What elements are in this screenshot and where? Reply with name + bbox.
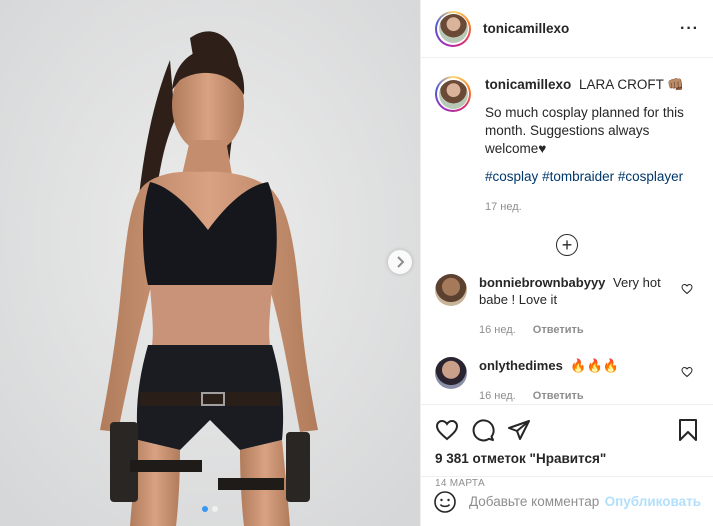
post-dialog: tonicamillexo ··· tonicamillexo LARA CRO… bbox=[0, 0, 713, 526]
carousel-indicator bbox=[0, 506, 420, 512]
plus-circle-icon: + bbox=[556, 234, 578, 256]
reply-link[interactable]: Ответить bbox=[533, 390, 584, 402]
carousel-dot-active bbox=[202, 506, 208, 512]
post-header: tonicamillexo ··· bbox=[421, 0, 713, 58]
author-username[interactable]: tonicamillexo bbox=[483, 21, 569, 36]
share-button[interactable] bbox=[507, 418, 531, 442]
more-options-icon[interactable]: ··· bbox=[680, 20, 699, 38]
heart-icon[interactable] bbox=[681, 283, 693, 295]
emoji-icon bbox=[434, 490, 456, 513]
heart-icon bbox=[435, 419, 459, 441]
comment-item: onlythedimes 🔥🔥🔥 16 нед. Ответить bbox=[435, 357, 699, 404]
author-avatar[interactable] bbox=[435, 10, 471, 47]
commenter-avatar[interactable] bbox=[435, 357, 467, 389]
bookmark-icon bbox=[679, 419, 697, 441]
hashtag-link[interactable]: #cosplay bbox=[485, 169, 538, 184]
post-photo[interactable] bbox=[0, 0, 420, 526]
comment-bubble-icon bbox=[472, 419, 495, 442]
caption-hashtags: #cosplay #tombraider #cosplayer bbox=[485, 168, 699, 186]
chevron-right-icon bbox=[397, 256, 405, 268]
add-comment-bar: Опубликовать bbox=[421, 476, 713, 526]
hashtag-link[interactable]: #tombraider bbox=[542, 169, 614, 184]
comment-button[interactable] bbox=[471, 418, 495, 442]
commenter-avatar[interactable] bbox=[435, 274, 467, 306]
hashtag-link[interactable]: #cosplayer bbox=[618, 169, 683, 184]
comment-item: bonniebrownbabyyy Very hot babe ! Love i… bbox=[435, 274, 699, 339]
comment-username[interactable]: onlythedimes bbox=[479, 358, 563, 373]
save-button[interactable] bbox=[677, 418, 699, 442]
emoji-button[interactable] bbox=[433, 490, 457, 514]
like-button[interactable] bbox=[435, 418, 459, 442]
publish-button[interactable]: Опубликовать bbox=[605, 494, 701, 509]
likes-count[interactable]: 9 381 отметок "Нравится" bbox=[435, 451, 699, 466]
caption-age: 17 нед. bbox=[485, 201, 522, 213]
load-more-comments-button[interactable]: + bbox=[435, 234, 699, 256]
comment-age: 16 нед. bbox=[479, 324, 516, 336]
photo-illustration bbox=[0, 0, 420, 526]
caption-title: LARA CROFT 👊🏽 bbox=[579, 77, 685, 92]
caption-username[interactable]: tonicamillexo bbox=[485, 77, 571, 92]
next-slide-button[interactable] bbox=[388, 250, 412, 274]
comments-section: tonicamillexo LARA CROFT 👊🏽 So much cosp… bbox=[421, 58, 713, 404]
comment-age: 16 нед. bbox=[479, 390, 516, 402]
comment-text: 🔥🔥🔥 bbox=[570, 358, 619, 373]
caption-body: So much cosplay planned for this month. … bbox=[485, 105, 684, 156]
carousel-dot bbox=[212, 506, 218, 512]
paper-plane-icon bbox=[508, 420, 530, 440]
comment-username[interactable]: bonniebrownbabyyy bbox=[479, 275, 605, 290]
comment-input[interactable] bbox=[469, 494, 599, 509]
post-side-panel: tonicamillexo ··· tonicamillexo LARA CRO… bbox=[420, 0, 713, 526]
post-caption: tonicamillexo LARA CROFT 👊🏽 So much cosp… bbox=[435, 76, 699, 216]
reply-link[interactable]: Ответить bbox=[533, 324, 584, 336]
caption-avatar[interactable] bbox=[435, 76, 471, 112]
heart-icon[interactable] bbox=[681, 366, 693, 378]
